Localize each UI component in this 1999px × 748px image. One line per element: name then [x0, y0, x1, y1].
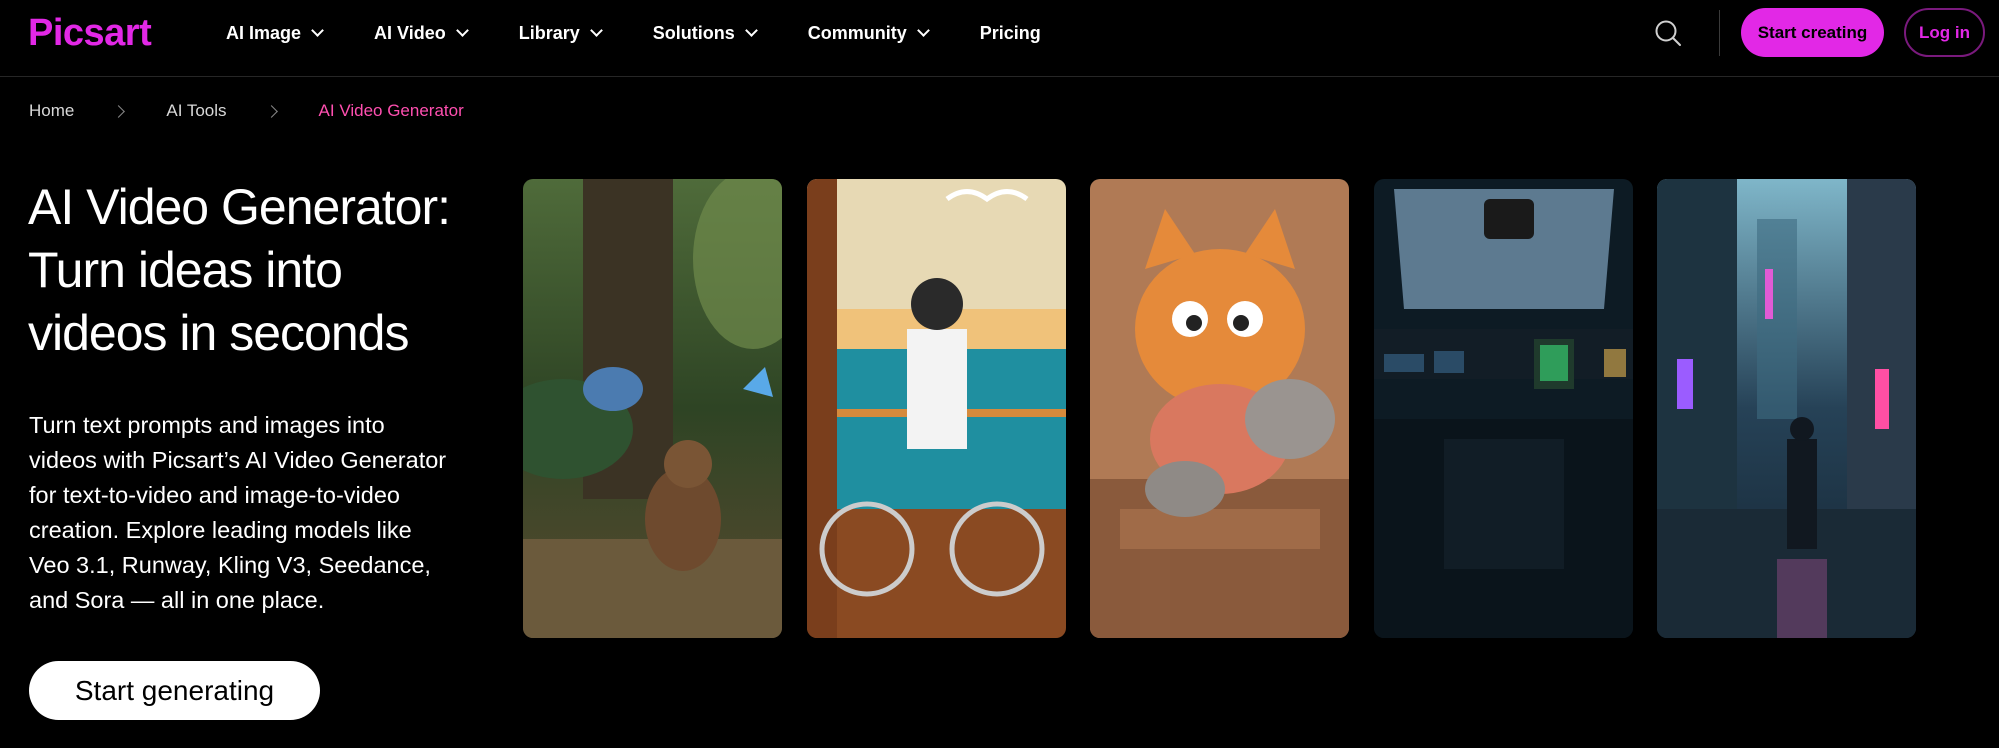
- nav-item-pricing[interactable]: Pricing: [980, 23, 1041, 44]
- breadcrumb-home[interactable]: Home: [29, 101, 74, 121]
- hero-description: Turn text prompts and images into videos…: [29, 408, 499, 618]
- anime-bicycle-image: [807, 179, 1066, 638]
- description-line: Turn text prompts and images into: [29, 412, 385, 438]
- video-card-jungle-creature[interactable]: [523, 179, 782, 638]
- breadcrumb-current: AI Video Generator: [318, 101, 464, 120]
- jungle-scene-image: [523, 179, 782, 638]
- nav-item-solutions[interactable]: Solutions: [652, 22, 758, 44]
- page-title: AI Video Generator: Turn ideas into vide…: [28, 176, 508, 365]
- clay-cat-image: [1090, 179, 1349, 638]
- nav-item-library[interactable]: Library: [518, 22, 603, 44]
- title-line: AI Video Generator:: [28, 179, 451, 235]
- top-navigation-bar: Picsart AI Image AI Video Library Soluti…: [0, 0, 1999, 77]
- main-nav: AI Image AI Video Library Solutions Comm…: [226, 0, 1093, 66]
- description-line: Veo 3.1, Runway, Kling V3, Seedance,: [29, 552, 431, 578]
- chevron-down-icon: [744, 24, 758, 37]
- breadcrumb: Home AI Tools AI Video Generator: [29, 101, 464, 121]
- chevron-down-icon: [455, 24, 469, 37]
- nav-item-label: AI Video: [374, 22, 446, 43]
- picsart-logo[interactable]: Picsart: [28, 12, 152, 55]
- nav-item-ai-video[interactable]: AI Video: [374, 22, 469, 44]
- title-line: Turn ideas into: [28, 242, 343, 298]
- nav-item-community[interactable]: Community: [807, 22, 930, 44]
- nav-item-label: Pricing: [979, 22, 1041, 43]
- video-card-anime-bicycle[interactable]: [807, 179, 1066, 638]
- title-line: videos in seconds: [28, 305, 409, 361]
- neon-city-image: [1657, 179, 1916, 638]
- video-card-car-dashboard[interactable]: [1374, 179, 1633, 638]
- description-line: creation. Explore leading models like: [29, 517, 412, 543]
- nav-item-label: Library: [518, 22, 580, 43]
- start-generating-button[interactable]: Start generating: [29, 661, 320, 720]
- chevron-down-icon: [311, 24, 324, 37]
- login-button[interactable]: Log in: [1904, 8, 1985, 57]
- video-card-clay-cat[interactable]: [1090, 179, 1349, 638]
- description-line: and Sora — all in one place.: [29, 587, 325, 613]
- car-dashboard-image: [1374, 179, 1633, 638]
- chevron-down-icon: [916, 24, 930, 37]
- chevron-down-icon: [589, 24, 603, 37]
- start-creating-button[interactable]: Start creating: [1741, 8, 1884, 57]
- breadcrumb-ai-tools[interactable]: AI Tools: [166, 101, 226, 121]
- description-line: videos with Picsart’s AI Video Generator: [29, 447, 447, 473]
- nav-item-label: AI Image: [226, 22, 302, 43]
- video-card-neon-city[interactable]: [1657, 179, 1916, 638]
- nav-item-label: Community: [807, 22, 907, 43]
- description-line: for text-to-video and image-to-video: [29, 482, 400, 508]
- chevron-right-icon: [264, 104, 278, 118]
- nav-item-ai-image[interactable]: AI Image: [226, 22, 324, 44]
- nav-item-label: Solutions: [652, 22, 735, 43]
- search-icon[interactable]: [1653, 18, 1683, 48]
- nav-divider: [1719, 10, 1720, 56]
- chevron-right-icon: [112, 104, 126, 118]
